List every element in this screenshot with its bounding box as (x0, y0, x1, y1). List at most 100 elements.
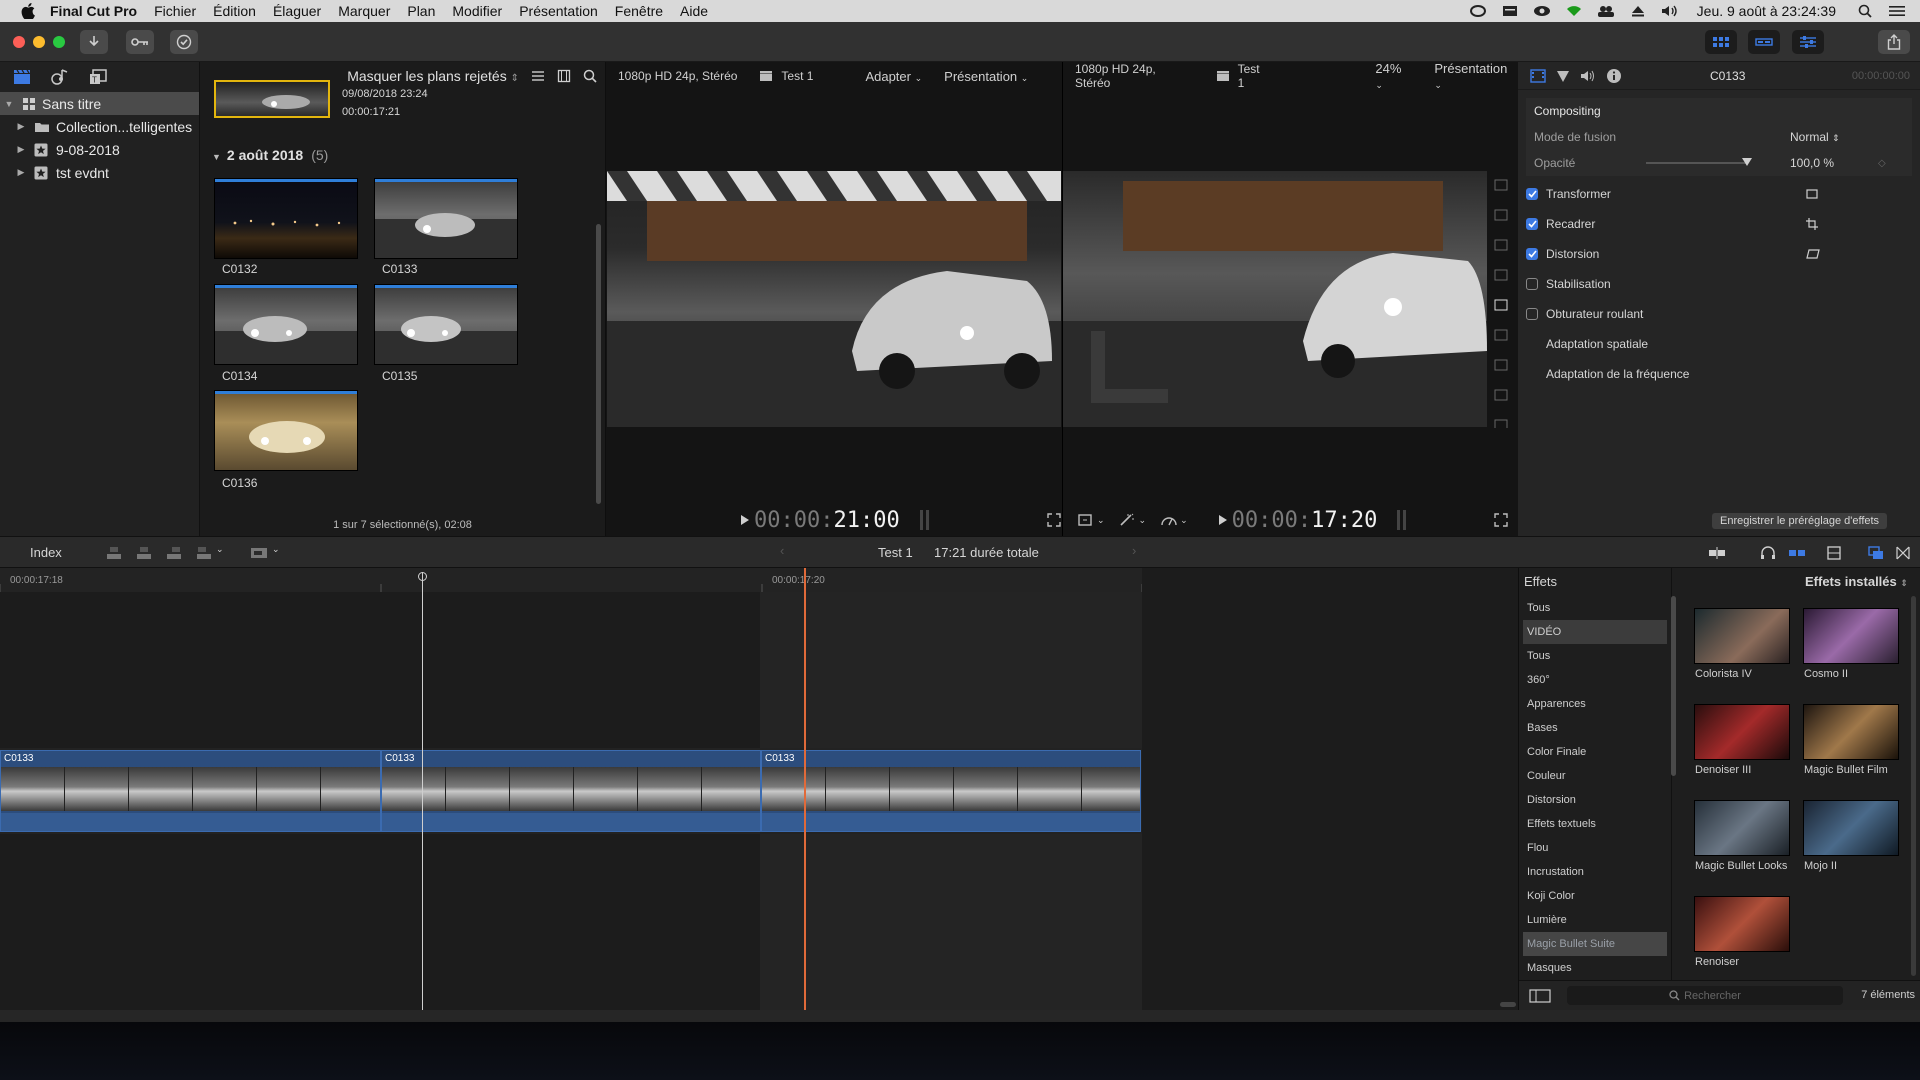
selected-project-thumbnail[interactable] (214, 80, 330, 118)
fx-category[interactable]: Distorsion (1523, 788, 1667, 812)
disclosure-open-icon[interactable]: ▼ (4, 99, 14, 109)
fx-category[interactable]: Masques (1523, 956, 1667, 980)
import-button[interactable] (80, 30, 108, 54)
background-tasks-button[interactable] (170, 30, 198, 54)
date-group-header[interactable]: ▼ 2 août 2018 (5) (212, 147, 328, 163)
fx-category[interactable]: Effets textuels (1523, 812, 1667, 836)
disclosure-closed-icon[interactable]: ▶ (16, 144, 26, 155)
timeline-index-button[interactable]: Index (30, 545, 62, 560)
rate-conform-row[interactable]: Adaptation de la fréquence (1526, 361, 1912, 387)
menu-presentation[interactable]: Présentation (519, 3, 598, 19)
enhance-wand-icon[interactable] (1119, 513, 1137, 527)
keywords-button[interactable] (126, 30, 154, 54)
sidebar-toggle-icon[interactable] (1529, 989, 1551, 1003)
fx-category[interactable]: Color Finale (1523, 740, 1667, 764)
show-timeline-toggle[interactable] (1748, 30, 1780, 54)
volume-icon[interactable] (1661, 4, 1679, 18)
effects-scrollbar[interactable] (1911, 596, 1916, 976)
viewer-project-name[interactable]: Test 1 (781, 69, 813, 83)
transitions-browser-icon[interactable] (1896, 546, 1910, 560)
opacity-slider[interactable] (1646, 158, 1752, 166)
distort-row[interactable]: Distorsion (1526, 241, 1912, 267)
apple-menu-icon[interactable] (20, 3, 36, 19)
overwrite-clip-icon[interactable] (196, 545, 212, 561)
transform-onscreen-icon[interactable] (1806, 189, 1818, 199)
chevron-down-icon[interactable]: ⌄ (1139, 515, 1147, 526)
compositing-section[interactable]: Compositing (1526, 98, 1912, 124)
fullscreen-icon[interactable] (1494, 513, 1509, 527)
fx-category[interactable]: Koji Color (1523, 884, 1667, 908)
disclosure-open-icon[interactable]: ▼ (212, 152, 221, 162)
spatial-conform-row[interactable]: Adaptation spatiale (1526, 331, 1912, 357)
library-sans-titre[interactable]: ▼ Sans titre (0, 92, 199, 115)
zoom-menu[interactable]: 24% ⌄ (1375, 61, 1412, 91)
rolling-shutter-checkbox[interactable] (1526, 308, 1538, 320)
stabilization-row[interactable]: Stabilisation (1526, 271, 1912, 297)
select-tool-icon[interactable] (250, 546, 270, 560)
transform-checkbox[interactable] (1526, 188, 1538, 200)
zoom-menu[interactable]: Adapter ⌄ (865, 69, 922, 84)
history-back-icon[interactable]: ‹ (780, 543, 784, 558)
show-browser-toggle[interactable] (1705, 30, 1737, 54)
color-inspector-icon[interactable] (1556, 69, 1570, 83)
fx-category-selected[interactable]: Magic Bullet Suite (1523, 932, 1667, 956)
event-9-08-2018[interactable]: ▶ 9-08-2018 (0, 138, 199, 161)
crop-row[interactable]: Recadrer (1526, 211, 1912, 237)
menu-clock[interactable]: Jeu. 9 août à 23:24:39 (1697, 3, 1836, 19)
clip-thumbnail[interactable] (374, 178, 518, 259)
share-button[interactable] (1878, 30, 1910, 54)
chevron-down-icon[interactable]: ⌄ (1097, 515, 1105, 526)
connect-clip-icon[interactable] (106, 545, 122, 561)
spotlight-search-icon[interactable] (1856, 4, 1874, 18)
event-tst-evdnt[interactable]: ▶ tst evdnt (0, 161, 199, 184)
fx-category[interactable]: Tous (1523, 596, 1667, 620)
search-icon[interactable] (583, 69, 597, 83)
distort-checkbox[interactable] (1526, 248, 1538, 260)
info-inspector-icon[interactable] (1606, 68, 1622, 84)
transform-row[interactable]: Transformer (1526, 181, 1912, 207)
crop-onscreen-icon[interactable] (1806, 218, 1818, 230)
distort-onscreen-icon[interactable] (1806, 249, 1820, 259)
audio-inspector-icon[interactable] (1580, 69, 1596, 83)
effect-thumbnail[interactable] (1694, 704, 1790, 760)
menu-aide[interactable]: Aide (680, 3, 708, 19)
titles-generators-icon[interactable]: T (88, 68, 108, 86)
clip-appearance-icon[interactable] (557, 69, 571, 83)
fx-category[interactable]: Tous (1523, 644, 1667, 668)
libraries-clapper-icon[interactable] (12, 68, 32, 86)
skimmer[interactable] (422, 572, 423, 1010)
chevron-down-icon[interactable]: ⌄ (272, 544, 280, 555)
effects-browser-toggle-icon[interactable] (1868, 546, 1884, 560)
fx-category[interactable]: 360° (1523, 668, 1667, 692)
effect-thumbnail[interactable] (1803, 608, 1899, 664)
effect-thumbnail[interactable] (1803, 704, 1899, 760)
clip-thumbnail[interactable] (214, 284, 358, 365)
skimming-icon[interactable] (1708, 546, 1726, 560)
timeline-scroll-handle[interactable] (1500, 1002, 1516, 1007)
save-effects-preset-button[interactable]: Enregistrer le préréglage d'effets (1712, 513, 1888, 529)
stabilization-checkbox[interactable] (1526, 278, 1538, 290)
playhead[interactable] (804, 568, 806, 1010)
play-icon[interactable] (1218, 514, 1228, 526)
video-inspector-icon[interactable] (1530, 68, 1546, 83)
rejected-filter-menu[interactable]: Masquer les plans rejetés ⇕ (347, 68, 519, 84)
fx-category[interactable]: Incrustation (1523, 860, 1667, 884)
menu-edition[interactable]: Édition (213, 3, 256, 19)
viewer-project-name[interactable]: Test 1 (1238, 62, 1270, 90)
menu-marquer[interactable]: Marquer (338, 3, 390, 19)
clip-thumbnail[interactable] (214, 178, 358, 259)
users-icon[interactable] (1597, 4, 1615, 18)
crop-tool-icon[interactable] (1077, 513, 1095, 527)
chevron-down-icon[interactable]: ⌄ (216, 544, 224, 555)
chevron-down-icon[interactable]: ⌄ (1180, 515, 1188, 526)
fullscreen-icon[interactable] (1047, 513, 1061, 527)
menu-plan[interactable]: Plan (407, 3, 435, 19)
fx-category[interactable]: Couleur (1523, 764, 1667, 788)
fx-category[interactable]: Lumière (1523, 908, 1667, 932)
disclosure-closed-icon[interactable]: ▶ (16, 167, 26, 178)
timeline-clip[interactable]: C0133 (0, 750, 381, 832)
rolling-shutter-row[interactable]: Obturateur roulant (1526, 301, 1912, 327)
keyframe-icon[interactable]: ◇ (1878, 158, 1886, 169)
library-smart-collections[interactable]: ▶ Collection...telligentes (0, 115, 199, 138)
timeline-clip[interactable]: C0133 (761, 750, 1141, 832)
